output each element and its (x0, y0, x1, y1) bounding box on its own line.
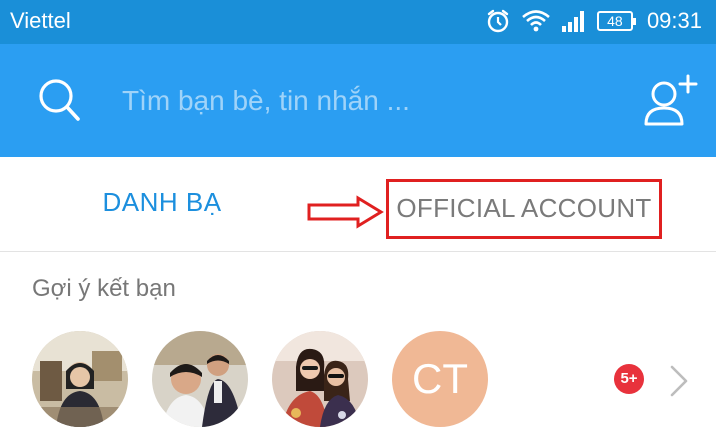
clock: 09:31 (646, 8, 702, 33)
signal-icon (561, 9, 587, 33)
search-header (0, 44, 716, 157)
tab-bar: DANH BẠ OFFICIAL ACCOUNT (0, 157, 716, 252)
battery-icon: 48 (596, 11, 636, 31)
chevron-right-icon[interactable] (668, 364, 690, 403)
suggested-friend-avatar[interactable] (152, 331, 248, 427)
status-icons: 48 09:31 (485, 6, 702, 36)
suggested-friend-avatar[interactable] (32, 331, 128, 427)
friend-suggestions-title: Gợi ý kết bạn (32, 275, 176, 302)
add-friend-icon[interactable] (642, 72, 698, 133)
suggested-friend-avatar[interactable] (272, 331, 368, 427)
status-bar: Viettel 48 09:31 (0, 0, 716, 44)
tab-official-account[interactable]: OFFICIAL ACCOUNT (386, 179, 662, 239)
search-input[interactable] (122, 80, 592, 122)
tab-contacts[interactable]: DANH BẠ (82, 187, 242, 218)
annotation-arrow-icon (306, 195, 384, 234)
more-suggestions-badge[interactable]: 5+ (614, 364, 644, 394)
search-icon[interactable] (36, 76, 82, 129)
suggested-friend-avatar-initials[interactable]: CT (392, 331, 488, 427)
alarm-icon (485, 8, 511, 34)
carrier-name: Viettel (10, 8, 71, 33)
wifi-icon (521, 9, 551, 33)
